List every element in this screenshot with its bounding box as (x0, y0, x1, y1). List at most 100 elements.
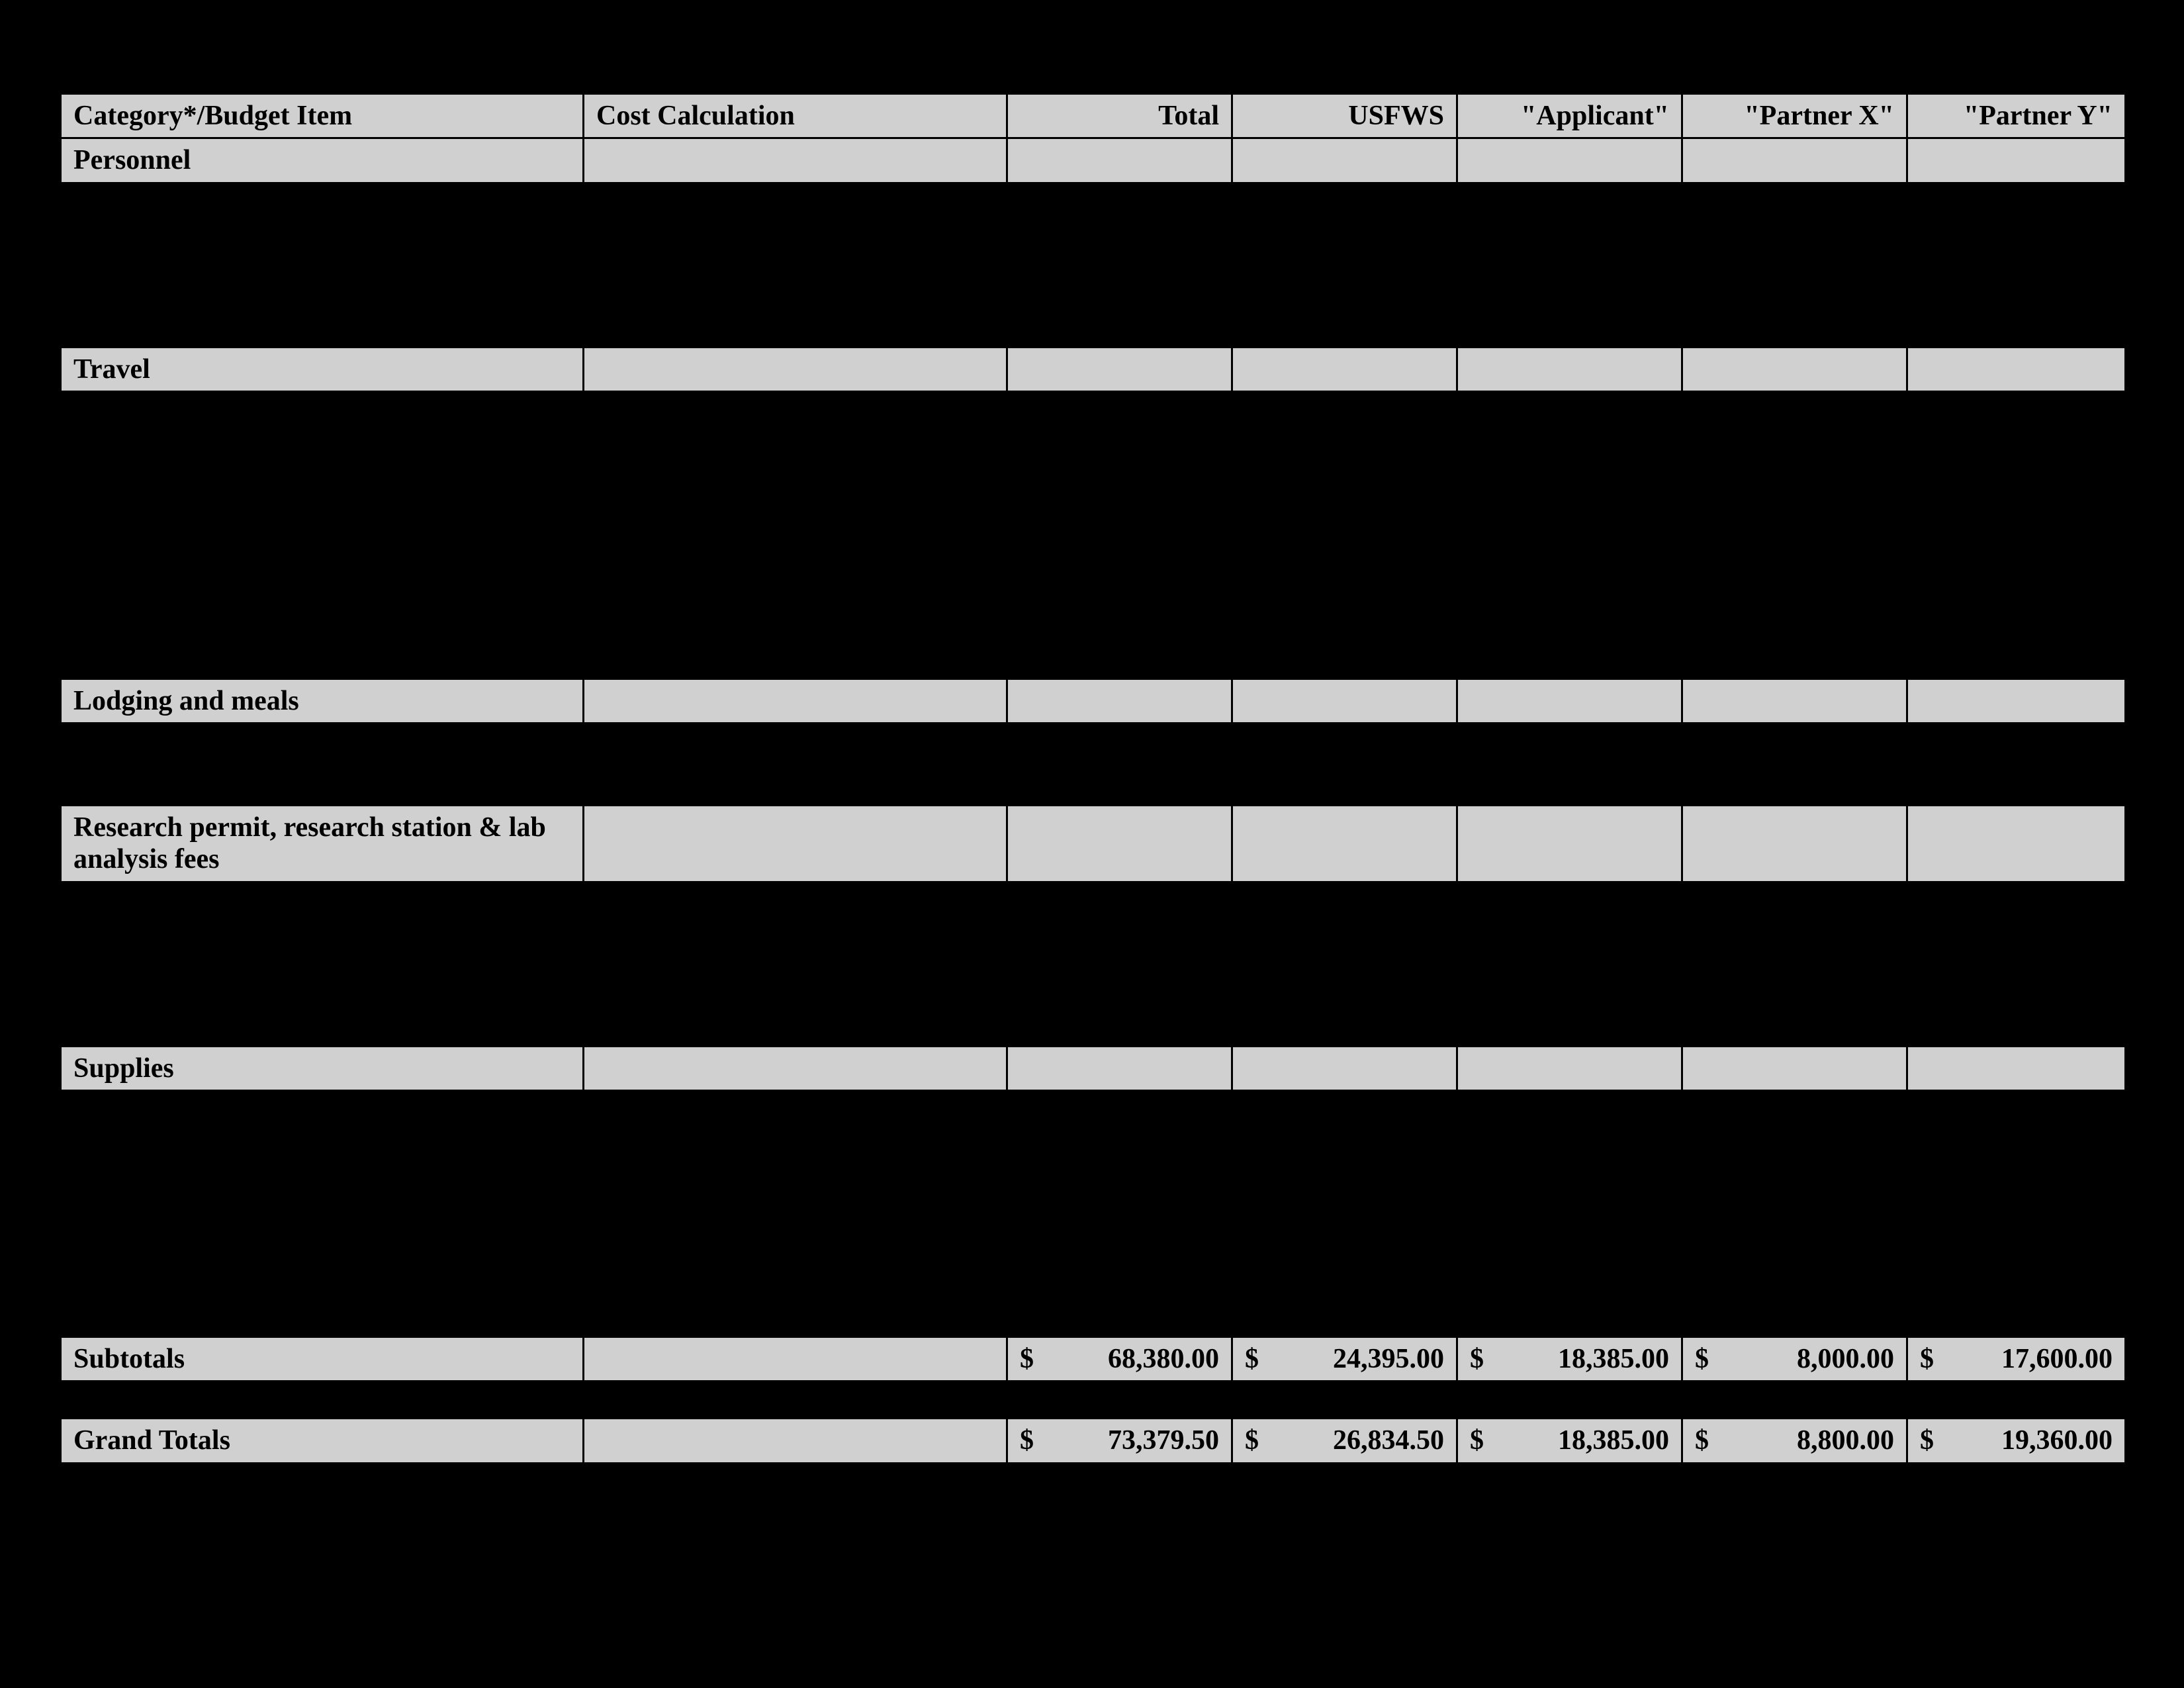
blank-cell (1232, 923, 1457, 964)
amount: 17,600.00 (2001, 1343, 2113, 1375)
data-row (61, 1296, 2126, 1337)
money-cell: $18,385.00 (1457, 1419, 1682, 1463)
section-travel: Travel (61, 347, 2126, 391)
blank-cell (1007, 1005, 1232, 1046)
blank-cell (1007, 1091, 1232, 1132)
blank-cell (1682, 1296, 1907, 1337)
blank-cell (1907, 964, 2126, 1005)
blank-cell (1007, 964, 1232, 1005)
blank-cell (1007, 224, 1232, 265)
amount: 18,385.00 (1558, 1425, 1669, 1456)
blank-cell (1007, 882, 1232, 923)
blank-cell (1682, 432, 1907, 473)
money: $18,385.00 (1470, 1343, 1669, 1375)
data-row (61, 923, 2126, 964)
blank-cell (1907, 183, 2126, 224)
blank-cell (584, 432, 1007, 473)
blank-cell (1007, 432, 1232, 473)
money-cell: $19,360.00 (1907, 1419, 2126, 1463)
blank-cell (1007, 1132, 1232, 1173)
amount: 8,800.00 (1797, 1425, 1894, 1456)
blank-cell (1907, 596, 2126, 637)
blank-cell (61, 637, 584, 679)
section-empty (1457, 1046, 1682, 1090)
blank-cell (1232, 265, 1457, 306)
section-empty (1907, 806, 2126, 882)
blank-cell (1232, 1173, 1457, 1214)
blank-cell (584, 1214, 1007, 1255)
blank-cell (61, 432, 584, 473)
blank-cell (1682, 514, 1907, 555)
money-cell: $17,600.00 (1907, 1337, 2126, 1382)
blank-cell (584, 765, 1007, 806)
blank-cell (1007, 1173, 1232, 1214)
blank-cell (1232, 224, 1457, 265)
blank-cell (1232, 1005, 1457, 1046)
spacer-cell (61, 1382, 2126, 1419)
blank-cell (61, 923, 584, 964)
blank-cell (1907, 1091, 2126, 1132)
blank-cell (1682, 1005, 1907, 1046)
header-c6: "Partner X" (1682, 94, 1907, 138)
blank-cell (61, 514, 584, 555)
section-personnel: Personnel (61, 138, 2126, 183)
blank-cell (61, 1005, 584, 1046)
blank-cell (1907, 306, 2126, 347)
money: $8,000.00 (1695, 1343, 1894, 1375)
blank-cell (1457, 391, 1682, 432)
section-empty (1232, 1046, 1457, 1090)
currency-symbol: $ (1245, 1343, 1259, 1375)
blank-cell (584, 1091, 1007, 1132)
money-cell: $8,800.00 (1682, 1419, 1907, 1463)
header-c1: Category*/Budget Item (61, 94, 584, 138)
section-empty (584, 806, 1007, 882)
section-label: Personnel (61, 138, 584, 183)
blank-cell (61, 596, 584, 637)
spacer-row (61, 1382, 2126, 1419)
section-supplies: Supplies (61, 1046, 2126, 1090)
blank-cell (1682, 1132, 1907, 1173)
section-empty (1007, 1046, 1232, 1090)
section-empty (1907, 347, 2126, 391)
blank-cell (1457, 1255, 1682, 1296)
blank-cell (61, 1132, 584, 1173)
blank-cell (1232, 1296, 1457, 1337)
blank-cell (584, 183, 1007, 224)
data-row (61, 1214, 2126, 1255)
blank-cell (1907, 1005, 2126, 1046)
header-c3: Total (1007, 94, 1232, 138)
blank-cell (61, 306, 584, 347)
blank-cell (1907, 637, 2126, 679)
blank-cell (1457, 224, 1682, 265)
money: $8,800.00 (1695, 1425, 1894, 1456)
blank-cell (1457, 1173, 1682, 1214)
section-empty (1232, 138, 1457, 183)
blank-cell (61, 724, 584, 765)
subtotals-label: Subtotals (61, 1337, 584, 1382)
blank-cell (584, 224, 1007, 265)
blank-cell (1457, 183, 1682, 224)
blank-cell (61, 1255, 584, 1296)
blank-cell (1907, 923, 2126, 964)
blank-cell (1457, 514, 1682, 555)
blank-cell (61, 964, 584, 1005)
money-cell: $8,000.00 (1682, 1337, 1907, 1382)
blank-cell (1682, 923, 1907, 964)
blank-cell (1907, 432, 2126, 473)
money: $24,395.00 (1245, 1343, 1444, 1375)
data-row (61, 265, 2126, 306)
section-label: Travel (61, 347, 584, 391)
blank-cell (61, 391, 584, 432)
section-empty (1682, 1046, 1907, 1090)
blank-cell (1682, 596, 1907, 637)
blank-cell (1907, 1173, 2126, 1214)
blank-cell (1007, 473, 1232, 514)
blank-cell (61, 765, 584, 806)
data-row (61, 724, 2126, 765)
data-row (61, 596, 2126, 637)
data-row (61, 637, 2126, 679)
section-empty (1232, 679, 1457, 723)
blank-cell (1682, 265, 1907, 306)
blank-cell (1907, 391, 2126, 432)
blank-cell (584, 964, 1007, 1005)
